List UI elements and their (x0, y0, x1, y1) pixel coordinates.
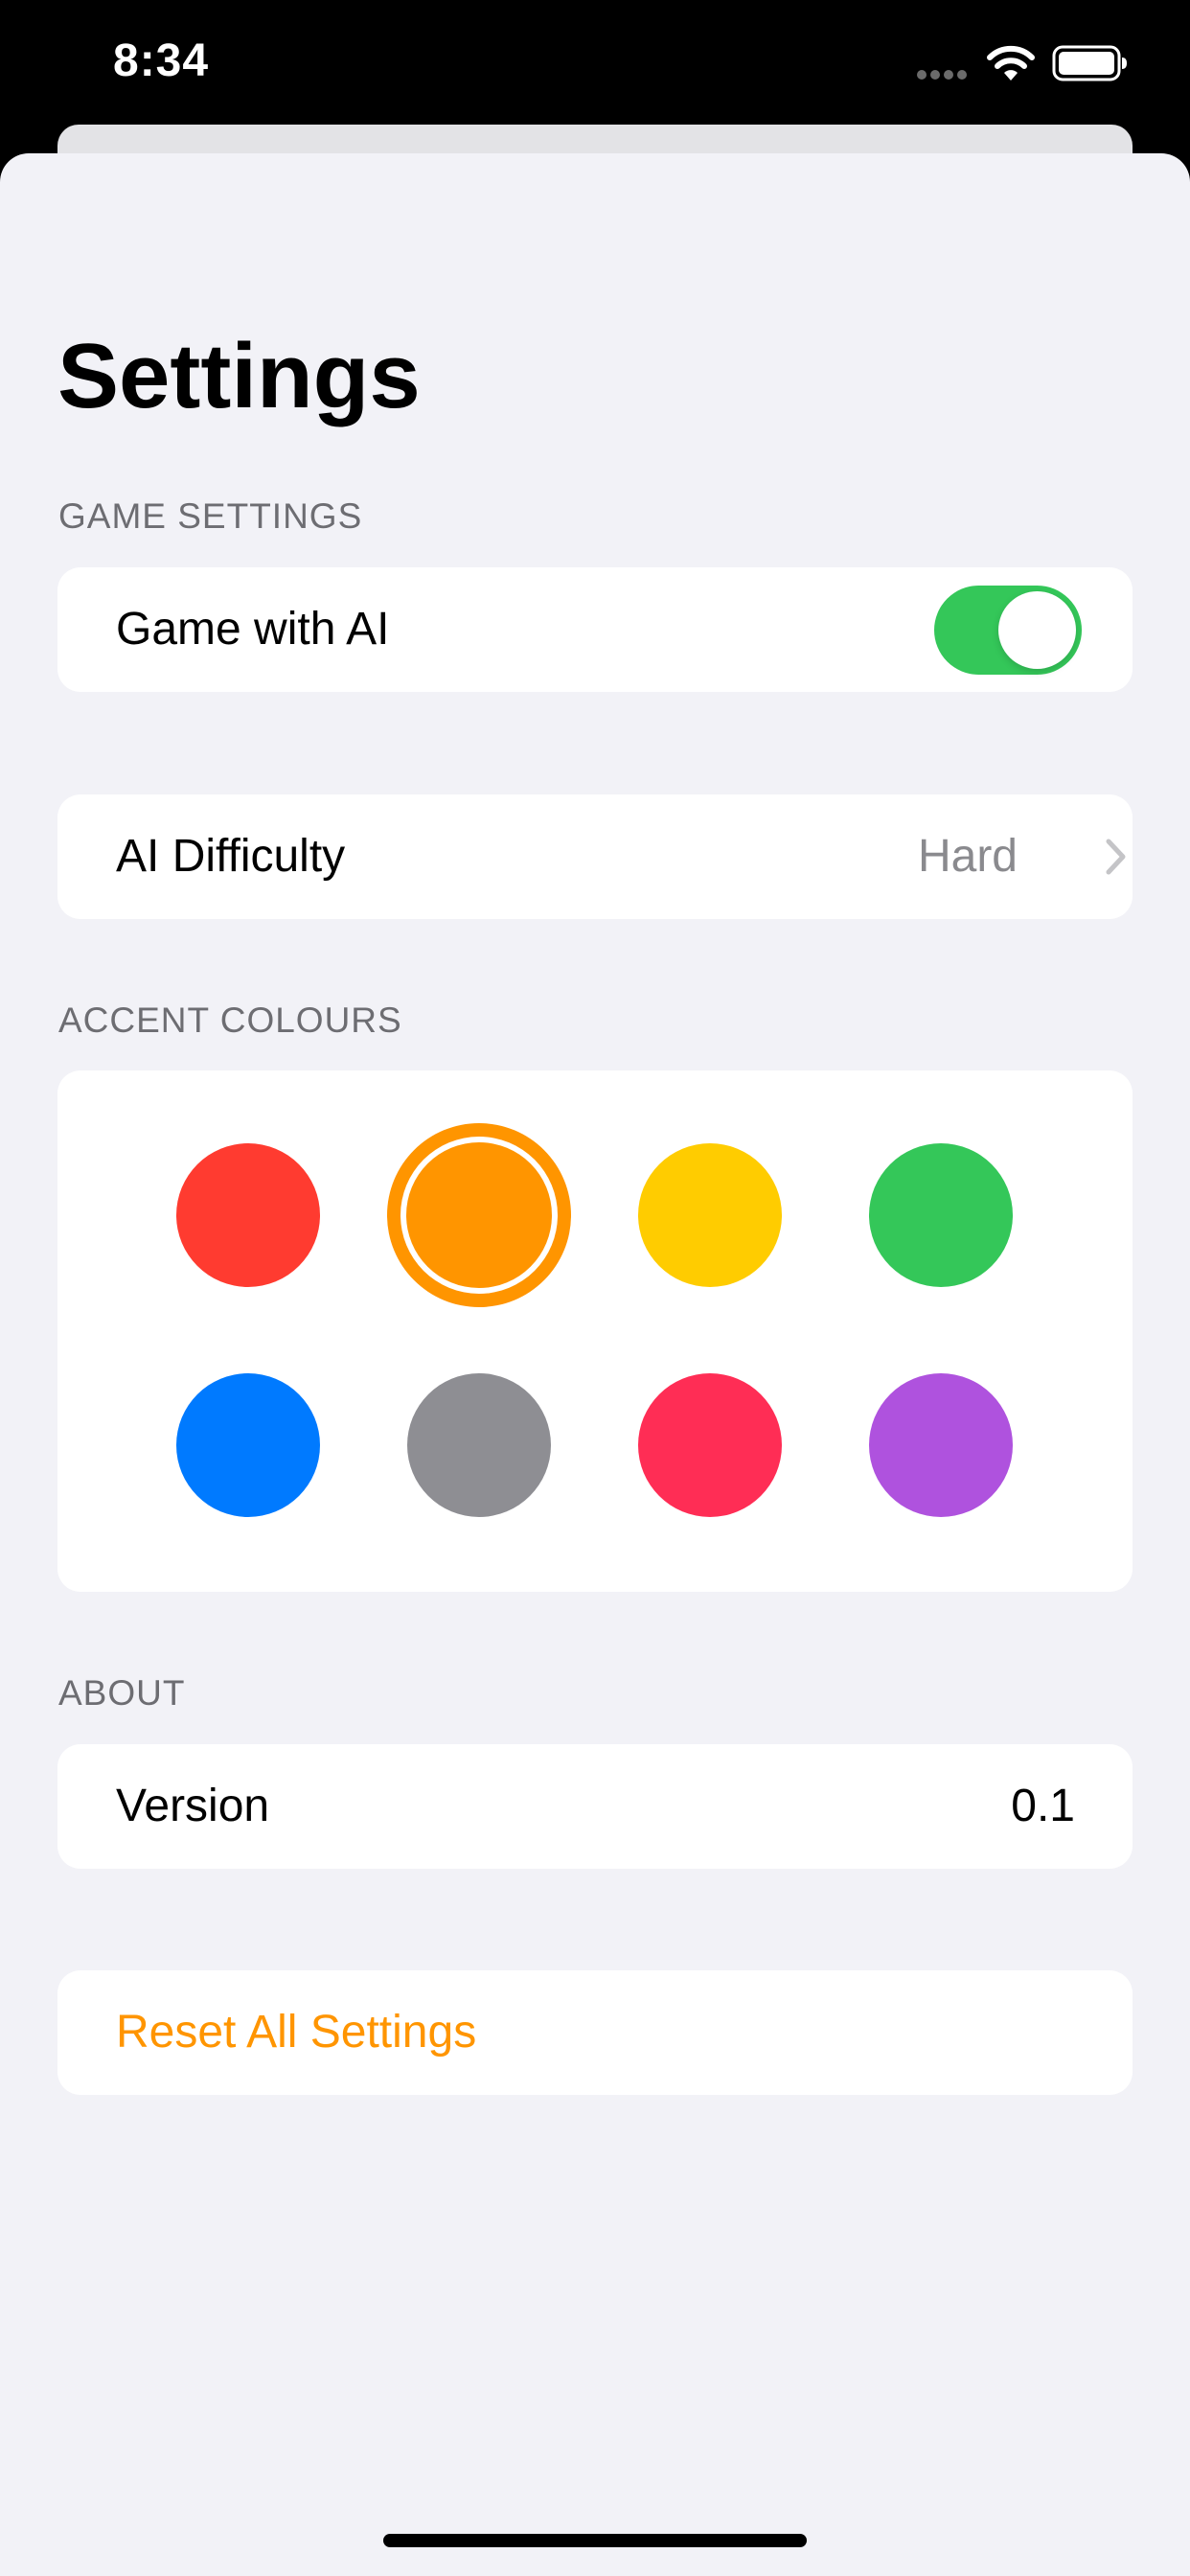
accent-swatch-yellow[interactable] (638, 1143, 782, 1287)
section-header-about: ABOUT (58, 1673, 186, 1713)
battery-icon (1052, 45, 1127, 81)
accent-swatch-pink[interactable] (638, 1373, 782, 1517)
ai-difficulty-value: Hard (917, 831, 1018, 882)
accent-swatch-gray[interactable] (407, 1373, 551, 1517)
version-value: 0.1 (1011, 1781, 1075, 1831)
accent-swatch-green[interactable] (869, 1143, 1013, 1287)
selected-fill (406, 1142, 552, 1288)
status-time: 8:34 (113, 35, 210, 86)
section-header-accent-colours: ACCENT COLOURS (58, 1000, 402, 1040)
accent-swatch-blue[interactable] (176, 1373, 320, 1517)
game-with-ai-toggle[interactable] (934, 586, 1082, 675)
ai-difficulty-row[interactable]: AI Difficulty Hard (57, 794, 1133, 919)
version-label: Version (116, 1781, 270, 1831)
reset-all-settings-row[interactable]: Reset All Settings (57, 1970, 1133, 2095)
page-title: Settings (57, 325, 421, 427)
section-header-game-settings: GAME SETTINGS (58, 496, 363, 536)
ai-difficulty-label: AI Difficulty (116, 831, 346, 882)
toggle-knob (998, 591, 1076, 669)
selected-ring (400, 1137, 558, 1294)
cellular-signal-icon (917, 70, 967, 80)
reset-all-settings-button[interactable]: Reset All Settings (116, 2010, 476, 2056)
accent-swatch-orange[interactable] (387, 1123, 571, 1307)
home-indicator (383, 2534, 807, 2547)
chevron-right-icon (1106, 839, 1126, 875)
wifi-icon (987, 45, 1035, 80)
accent-swatch-red[interactable] (176, 1143, 320, 1287)
game-with-ai-row: Game with AI (57, 567, 1133, 692)
version-row: Version 0.1 (57, 1744, 1133, 1869)
accent-colours-grid (57, 1070, 1133, 1592)
accent-swatch-purple[interactable] (869, 1373, 1013, 1517)
game-with-ai-label: Game with AI (116, 604, 390, 655)
